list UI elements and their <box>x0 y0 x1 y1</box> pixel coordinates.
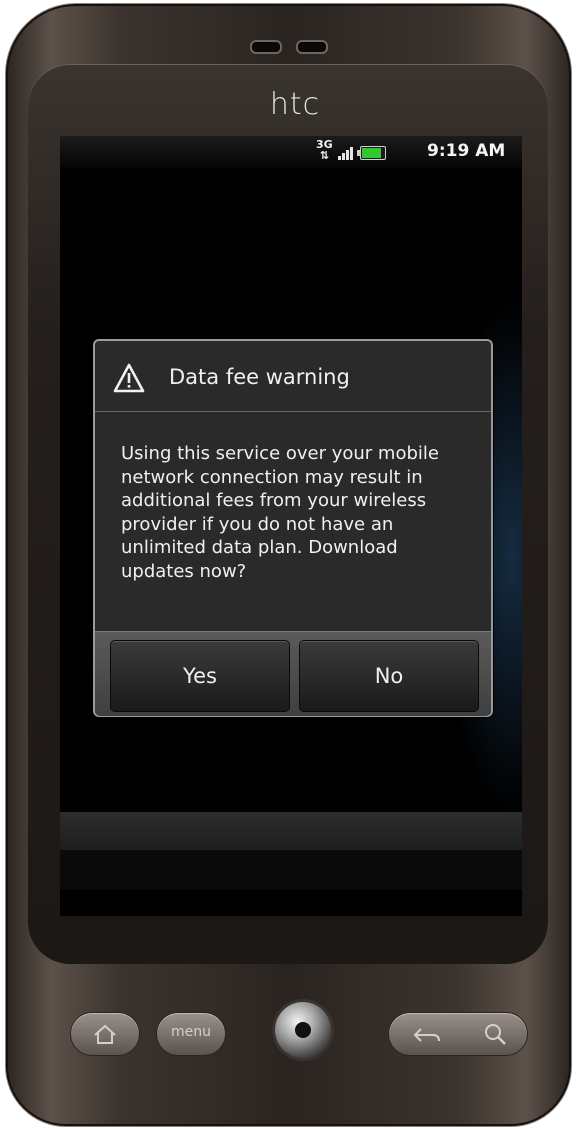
home-hardware-button[interactable] <box>70 1012 140 1056</box>
background-band-dark <box>60 850 522 890</box>
background-band <box>60 812 522 850</box>
dialog-title-bar: Data fee warning <box>95 341 491 412</box>
data-fee-warning-dialog: Data fee warning Using this service over… <box>93 339 493 717</box>
home-icon <box>94 1024 116 1044</box>
trackball[interactable] <box>275 1002 331 1058</box>
earpiece-speaker-right <box>296 40 328 54</box>
menu-label: menu <box>171 1024 211 1040</box>
yes-button[interactable]: Yes <box>110 640 290 712</box>
no-button[interactable]: No <box>299 640 479 712</box>
data-arrows-icon: ⇅ <box>319 149 329 162</box>
status-bar: 3G ⇅ 9:19 AM <box>60 136 522 168</box>
warning-triangle-icon <box>113 363 145 393</box>
network-type-indicator: 3G ⇅ <box>316 139 333 161</box>
brand-logo: htc <box>269 87 321 122</box>
dialog-message: Using this service over your mobile netw… <box>121 443 439 582</box>
back-arrow-icon[interactable] <box>403 1013 453 1055</box>
status-clock: 9:19 AM <box>427 141 506 161</box>
search-icon[interactable] <box>471 1013 521 1055</box>
dialog-title: Data fee warning <box>169 365 350 389</box>
menu-hardware-button[interactable]: menu <box>156 1012 226 1056</box>
earpiece-speaker-left <box>250 40 282 54</box>
signal-bars-icon <box>338 146 356 160</box>
phone-screen: 3G ⇅ 9:19 AM Data fee warning Using this… <box>60 136 522 916</box>
battery-icon <box>357 146 386 160</box>
dialog-button-bar: Yes No <box>95 631 491 716</box>
back-search-hardware-button[interactable] <box>388 1012 528 1056</box>
